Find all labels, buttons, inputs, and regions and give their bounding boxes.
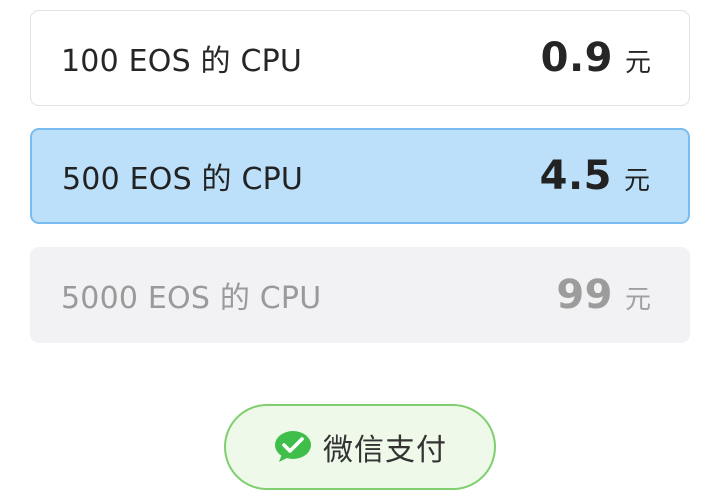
option-label: 100 EOS 的 CPU xyxy=(61,44,303,79)
wechat-pay-button[interactable]: 微信支付 xyxy=(224,404,496,490)
option-unit: 元 xyxy=(623,166,650,196)
option-price: 4.5 元 xyxy=(540,153,650,199)
pay-button-label: 微信支付 xyxy=(323,433,447,468)
cpu-purchase-screen: 100 EOS 的 CPU 0.9 元 500 EOS 的 CPU 4.5 元 … xyxy=(0,0,720,503)
option-5000-eos-cpu[interactable]: 5000 EOS 的 CPU 99 元 xyxy=(30,247,690,343)
option-100-eos-cpu[interactable]: 100 EOS 的 CPU 0.9 元 xyxy=(30,10,690,106)
option-unit: 元 xyxy=(624,48,651,78)
option-500-eos-cpu[interactable]: 500 EOS 的 CPU 4.5 元 xyxy=(30,128,690,224)
option-label: 5000 EOS 的 CPU xyxy=(61,281,322,316)
option-amount: 0.9 xyxy=(540,35,613,81)
option-price: 99 元 xyxy=(556,272,651,318)
option-price: 0.9 元 xyxy=(541,35,651,81)
option-label: 500 EOS 的 CPU xyxy=(62,162,304,197)
option-amount: 4.5 xyxy=(539,153,612,199)
option-amount: 99 xyxy=(556,272,613,318)
wechat-icon xyxy=(273,427,313,467)
option-unit: 元 xyxy=(624,285,651,315)
